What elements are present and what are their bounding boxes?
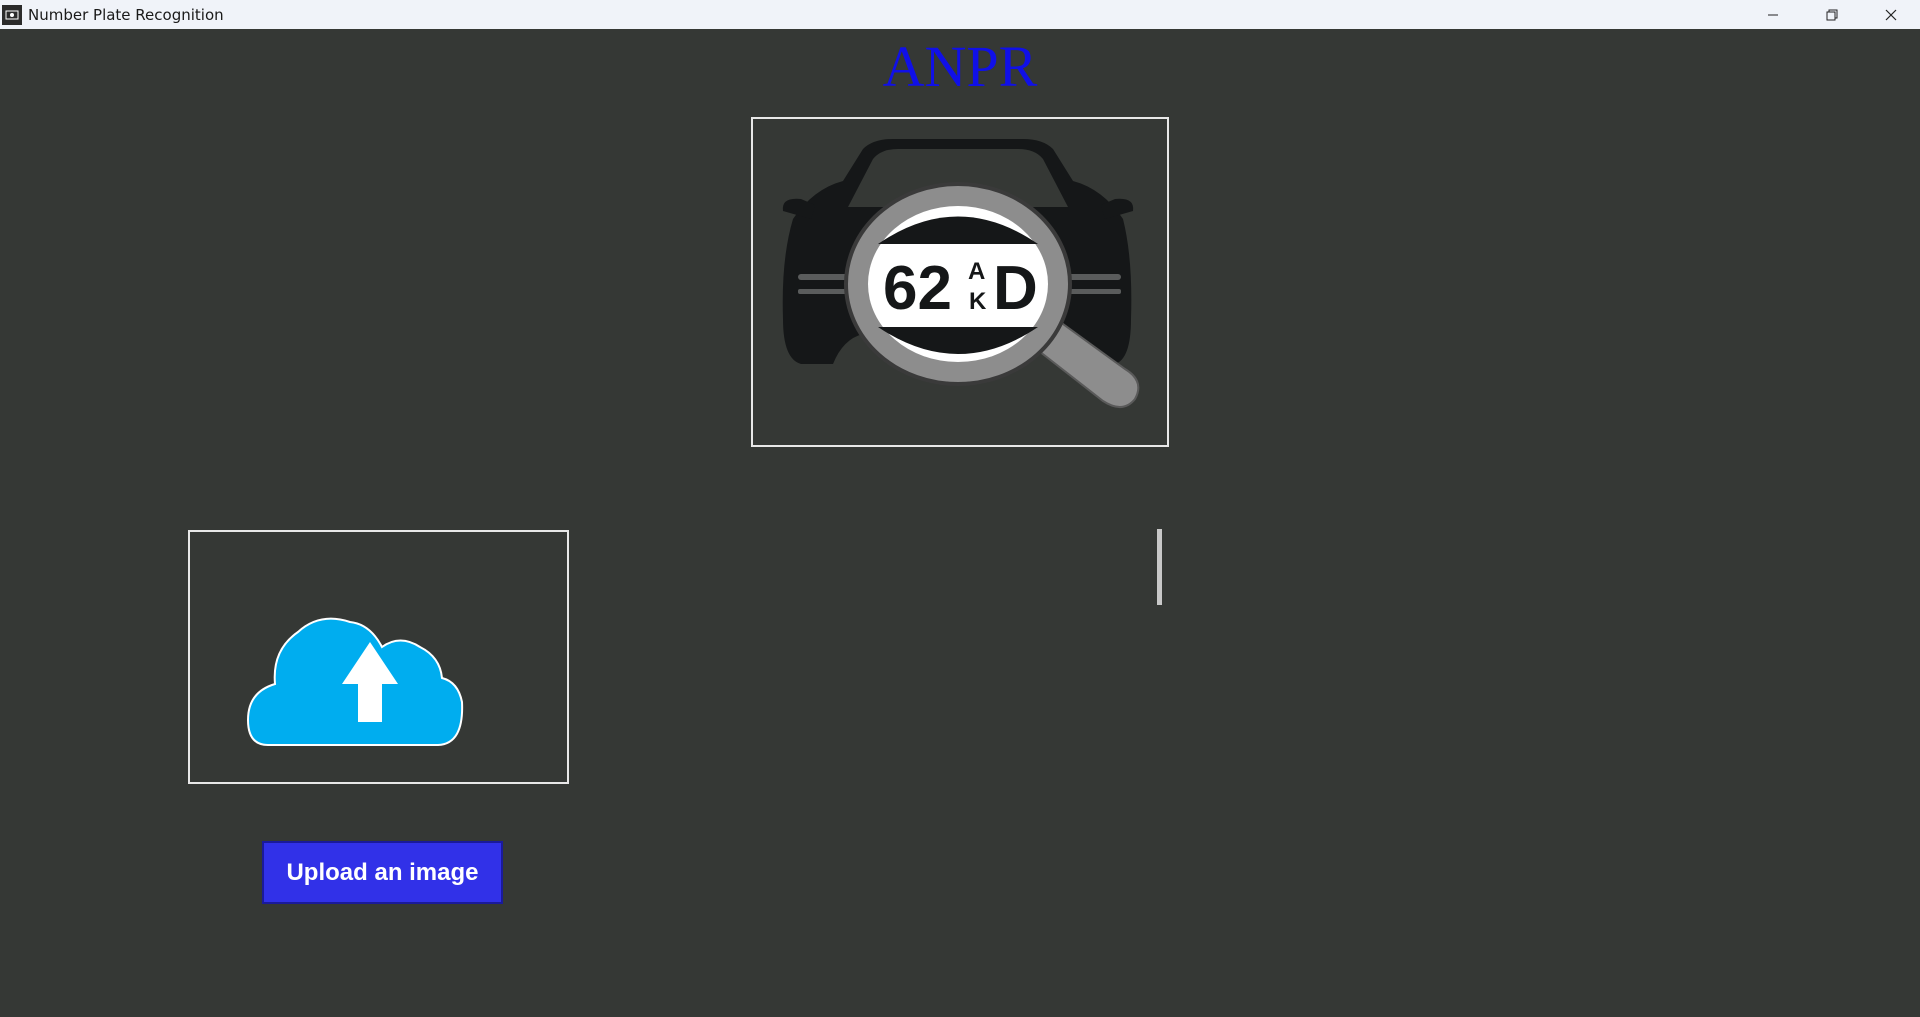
main-content: ANPR 62 A K D Upload an image: [0, 29, 1920, 1017]
plate-letter-bottom: K: [969, 288, 987, 315]
close-icon[interactable]: [1861, 0, 1920, 29]
app-icon: [2, 4, 22, 25]
page-title: ANPR: [882, 34, 1038, 99]
cloud-upload-icon: [246, 617, 464, 746]
window-title: Number Plate Recognition: [28, 5, 224, 24]
car-magnifier-plate-icon: 62 A K D: [782, 139, 1140, 408]
restore-icon[interactable]: [1802, 0, 1861, 29]
window-titlebar: Number Plate Recognition: [0, 0, 1920, 29]
result-text-cursor: [1157, 529, 1162, 605]
plate-number-text: 62: [883, 254, 952, 323]
logo-frame: 62 A K D: [751, 117, 1169, 447]
plate-letter-end: D: [993, 254, 1038, 323]
minimize-icon[interactable]: [1743, 0, 1802, 29]
upload-preview-frame: [188, 530, 569, 784]
window-controls: [1743, 0, 1920, 29]
plate-letter-top: A: [968, 258, 985, 285]
upload-image-button[interactable]: Upload an image: [262, 841, 503, 904]
